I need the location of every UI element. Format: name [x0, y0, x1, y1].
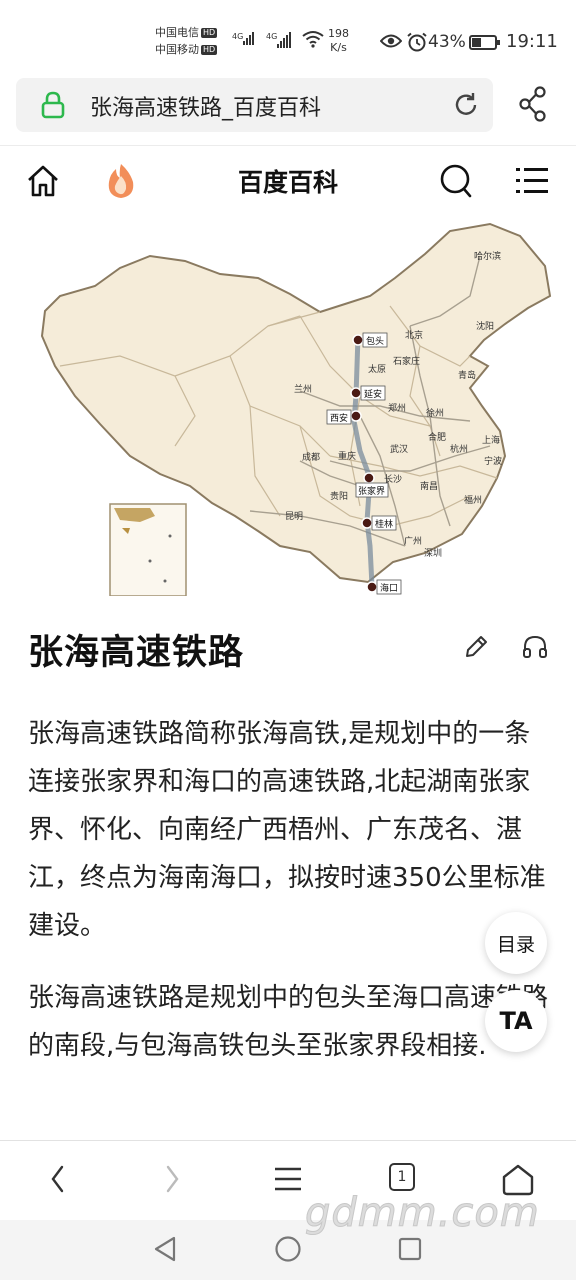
reload-icon[interactable] — [452, 91, 480, 119]
station-dot — [363, 472, 375, 484]
city-label: 成都 — [302, 451, 320, 463]
city-label: 重庆 — [338, 450, 356, 462]
station-label: 西安 — [330, 412, 348, 424]
nav-back-icon[interactable] — [152, 1235, 178, 1263]
city-label: 徐州 — [426, 407, 444, 419]
south-sea-inset — [109, 503, 187, 596]
menu-icon[interactable] — [516, 165, 548, 195]
carrier-2: 中国移动 — [155, 43, 199, 56]
city-label: 福州 — [464, 494, 482, 506]
city-label: 兰州 — [294, 383, 312, 395]
watermark-text: gdmm.com — [305, 1190, 540, 1237]
city-label: 合肥 — [428, 431, 446, 443]
city-label: 上海 — [482, 434, 500, 446]
edit-icon[interactable] — [463, 634, 489, 660]
forward-icon[interactable] — [162, 1163, 182, 1195]
tabs-button[interactable]: 1 — [389, 1163, 415, 1191]
wifi-icon — [302, 31, 324, 48]
city-label: 杭州 — [450, 443, 468, 455]
city-label: 青岛 — [458, 369, 476, 381]
railway-map-image[interactable]: 包头 延安 西安 张家界 桂林 海口 哈尔滨 沈阳 北京 石家庄 太原 青岛 兰… — [0, 216, 576, 596]
station-label: 桂林 — [375, 518, 393, 530]
search-icon[interactable] — [439, 163, 473, 199]
address-bar[interactable]: 张海高速铁路_百度百科 — [16, 78, 493, 132]
article-paragraph: 张海高速铁路是规划中的包头至海口高速铁路的南段,与包海高铁包头至张家界段相接. — [28, 983, 549, 1061]
city-label: 贵阳 — [330, 490, 348, 502]
station-label: 张家界 — [358, 485, 385, 497]
station-label: 海口 — [380, 582, 398, 594]
ta-label: TA — [499, 1007, 533, 1035]
nav-recents-icon[interactable] — [397, 1236, 423, 1262]
station-dot — [361, 517, 373, 529]
battery-percent: 43% — [428, 32, 466, 52]
url-text[interactable]: 张海高速铁路_百度百科 — [90, 90, 321, 122]
signal-icon — [277, 32, 291, 48]
carrier-info: 中国电信 HD 中国移动 HD — [155, 24, 218, 58]
city-label: 长沙 — [384, 473, 402, 485]
toc-label: 目录 — [496, 933, 535, 956]
city-label: 武汉 — [390, 443, 408, 455]
ta-button[interactable]: TA — [485, 990, 547, 1052]
station-label: 包头 — [366, 335, 384, 347]
station-dot — [350, 410, 362, 422]
carrier-1: 中国电信 — [155, 26, 199, 39]
station-dot — [352, 334, 364, 346]
city-label: 太原 — [368, 363, 386, 375]
city-label: 广州 — [404, 535, 422, 547]
station-dot — [350, 387, 362, 399]
city-label: 郑州 — [388, 402, 406, 414]
nav-home-icon[interactable] — [274, 1235, 302, 1263]
eye-icon — [380, 34, 402, 48]
city-label: 宁波 — [484, 455, 502, 467]
back-icon[interactable] — [48, 1163, 68, 1195]
battery-level — [472, 38, 482, 47]
city-label: 深圳 — [424, 548, 442, 559]
article-paragraph: 张海高速铁路简称张海高铁,是规划中的一条连接张家界和海口的高速铁路,北起湖南张家… — [28, 719, 546, 941]
speed-unit: K/s — [330, 41, 347, 54]
city-label: 北京 — [405, 329, 423, 341]
page-title: 百度百科 — [237, 168, 338, 197]
network-type-2: 4G — [266, 32, 278, 41]
alarm-icon — [407, 32, 427, 52]
article-title: 张海高速铁路 — [28, 633, 245, 673]
station-label: 延安 — [364, 388, 382, 400]
city-label: 南昌 — [420, 480, 438, 492]
status-time: 19:11 — [506, 31, 558, 52]
hd-badge: HD — [201, 45, 218, 55]
speed-value: 198 — [328, 27, 349, 40]
headphones-icon[interactable] — [522, 634, 548, 660]
menu-lines-icon[interactable] — [273, 1163, 303, 1195]
toc-button[interactable]: 目录 — [485, 912, 547, 974]
city-label: 沈阳 — [476, 320, 494, 332]
railway-map: 包头 延安 西安 张家界 桂林 海口 哈尔滨 沈阳 北京 石家庄 太原 青岛 兰… — [40, 222, 552, 596]
station-dot — [366, 581, 378, 593]
city-label: 昆明 — [285, 511, 303, 522]
network-speed: 198 K/s — [328, 27, 349, 55]
city-label: 哈尔滨 — [474, 250, 501, 262]
status-bar: 中国电信 HD 中国移动 HD 4G 4G 198 K/s 43% 19:11 — [0, 0, 576, 70]
signal-icon — [243, 32, 254, 45]
network-type-1: 4G — [232, 32, 244, 41]
share-icon[interactable] — [518, 86, 548, 122]
baike-header: 百度百科 — [0, 145, 576, 217]
hd-badge: HD — [201, 28, 218, 38]
lock-icon — [41, 91, 65, 119]
city-label: 石家庄 — [393, 355, 420, 367]
battery-icon — [469, 35, 500, 50]
